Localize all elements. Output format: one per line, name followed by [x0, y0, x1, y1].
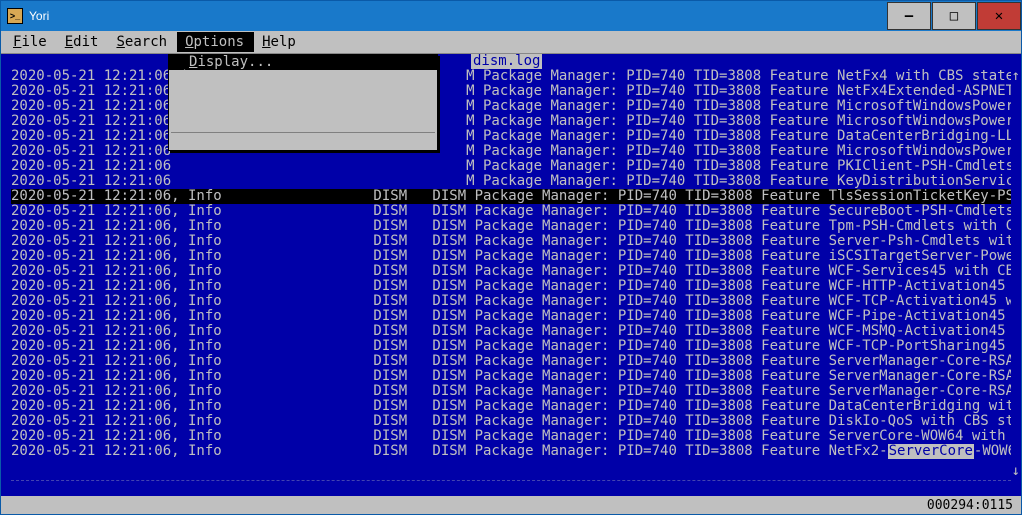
log-line[interactable]: 2020-05-21 12:21:06, Info DISM DISM Pack…: [11, 264, 1011, 279]
log-line[interactable]: 2020-05-21 12:21:06, Info DISM DISM Pack…: [11, 399, 1011, 414]
options-item-display[interactable]: Display...: [169, 55, 437, 70]
options-menu: Display...√Traditional navigation√Auto i…: [168, 54, 438, 151]
log-line[interactable]: 2020-05-21 12:21:06, Info DISM DISM Pack…: [11, 279, 1011, 294]
log-line[interactable]: 2020-05-21 12:21:06, Info DISM DISM Pack…: [11, 249, 1011, 264]
log-line[interactable]: 2020-05-21 12:21:06, Info DISM DISM Pack…: [11, 384, 1011, 399]
text-area[interactable]: 2020-05-21 12:21:06 M Package Manager: P…: [11, 69, 1011, 480]
close-button[interactable]: ✕: [977, 2, 1021, 30]
log-line[interactable]: 2020-05-21 12:21:06, Info DISM DISM Pack…: [11, 444, 1011, 459]
menu-separator: [171, 132, 435, 133]
titlebar[interactable]: >_ Yori — □ ✕: [1, 1, 1021, 31]
cursor-position: 000294:0115: [927, 498, 1013, 513]
menu-file[interactable]: File: [5, 32, 57, 52]
menu-search[interactable]: Search: [108, 32, 177, 52]
log-line[interactable]: 2020-05-21 12:21:06, Info DISM DISM Pack…: [11, 414, 1011, 429]
log-line[interactable]: 2020-05-21 12:21:06, Info DISM DISM Pack…: [11, 234, 1011, 249]
log-line[interactable]: 2020-05-21 12:21:06, Info DISM DISM Pack…: [11, 369, 1011, 384]
log-line[interactable]: 2020-05-21 12:21:06 M Package Manager: P…: [11, 144, 1011, 159]
horizontal-scroll[interactable]: [11, 480, 1011, 494]
app-window: >_ Yori — □ ✕ FileEditSearchOptionsHelp …: [0, 0, 1022, 515]
window-title: Yori: [29, 9, 886, 23]
log-line[interactable]: 2020-05-21 12:21:06, Info DISM DISM Pack…: [11, 219, 1011, 234]
log-line[interactable]: 2020-05-21 12:21:06 M Package Manager: P…: [11, 114, 1011, 129]
minimize-button[interactable]: —: [887, 2, 931, 30]
statusbar: 000294:0115: [1, 496, 1021, 514]
log-line[interactable]: 2020-05-21 12:21:06, Info DISM DISM Pack…: [11, 324, 1011, 339]
options-item-traditional-navigation[interactable]: √Traditional navigation: [169, 70, 437, 85]
menubar: FileEditSearchOptionsHelp: [1, 31, 1021, 53]
options-item-remove-trailing-whitespace[interactable]: Remove trailing whitespace: [169, 115, 437, 130]
scroll-up-icon[interactable]: ↑: [1012, 69, 1020, 84]
menu-help[interactable]: Help: [254, 32, 306, 52]
log-line[interactable]: 2020-05-21 12:21:06, Info DISM DISM Pack…: [11, 354, 1011, 369]
log-line[interactable]: 2020-05-21 12:21:06, Info DISM DISM Pack…: [11, 294, 1011, 309]
log-line[interactable]: 2020-05-21 12:21:06 M Package Manager: P…: [11, 174, 1011, 189]
options-item-save-default-settings[interactable]: Save default settings: [169, 135, 437, 150]
menu-edit[interactable]: Edit: [57, 32, 109, 52]
log-line[interactable]: 2020-05-21 12:21:06, Info DISM DISM Pack…: [11, 189, 1011, 204]
log-line[interactable]: 2020-05-21 12:21:06 M Package Manager: P…: [11, 129, 1011, 144]
log-line[interactable]: 2020-05-21 12:21:06 M Package Manager: P…: [11, 69, 1011, 84]
app-icon: >_: [7, 8, 23, 24]
scroll-down-icon[interactable]: ↓: [1012, 464, 1020, 479]
options-item-expand-tab[interactable]: Expand tab: [169, 100, 437, 115]
log-line[interactable]: 2020-05-21 12:21:06 M Package Manager: P…: [11, 159, 1011, 174]
document-title: dism.log: [471, 54, 542, 69]
log-line[interactable]: 2020-05-21 12:21:06, Info DISM DISM Pack…: [11, 204, 1011, 219]
log-line[interactable]: 2020-05-21 12:21:06, Info DISM DISM Pack…: [11, 309, 1011, 324]
maximize-button[interactable]: □: [932, 2, 976, 30]
log-line[interactable]: 2020-05-21 12:21:06 M Package Manager: P…: [11, 84, 1011, 99]
editor-client: dism.log 2020-05-21 12:21:06 M Package M…: [1, 53, 1021, 496]
options-item-auto-indent[interactable]: √Auto indent: [169, 85, 437, 100]
log-line[interactable]: 2020-05-21 12:21:06 M Package Manager: P…: [11, 99, 1011, 114]
menu-options[interactable]: Options: [177, 32, 254, 52]
log-line[interactable]: 2020-05-21 12:21:06, Info DISM DISM Pack…: [11, 429, 1011, 444]
log-line[interactable]: 2020-05-21 12:21:06, Info DISM DISM Pack…: [11, 339, 1011, 354]
